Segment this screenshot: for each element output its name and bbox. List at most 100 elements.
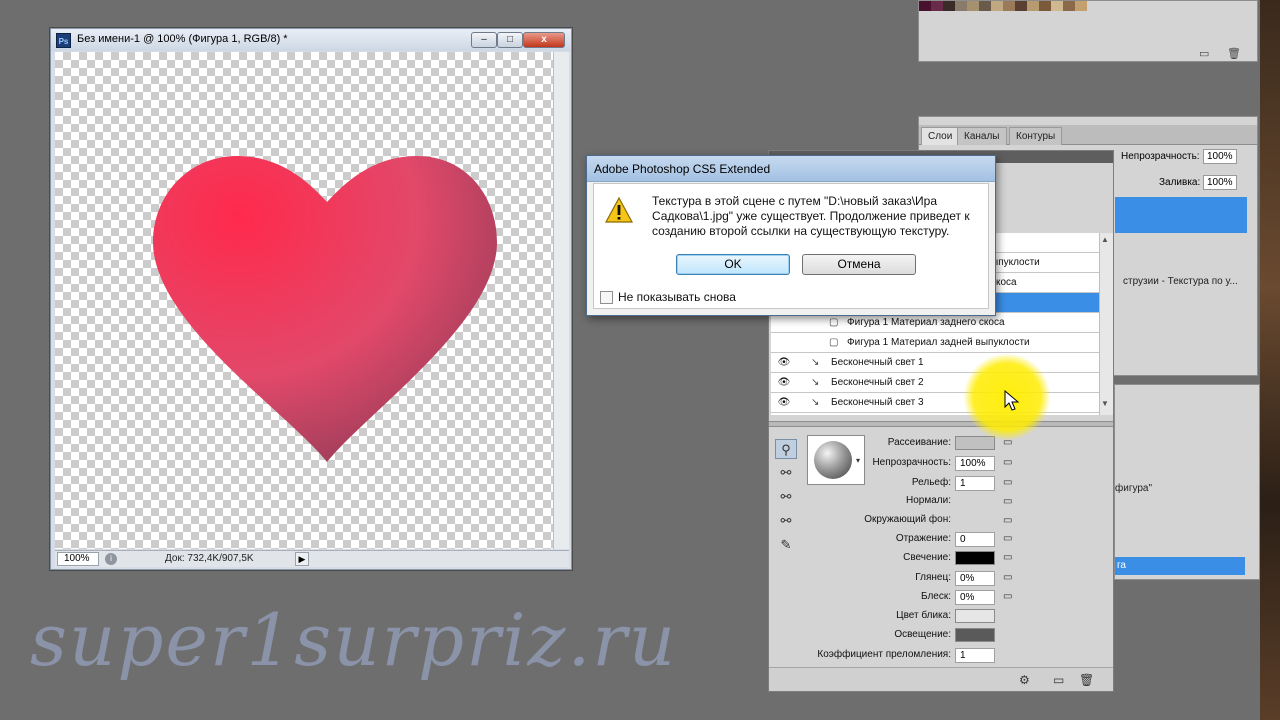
swatch[interactable]	[943, 1, 955, 11]
document-titlebar[interactable]: Ps Без имени-1 @ 100% (Фигура 1, RGB/8) …	[51, 29, 571, 51]
document-vertical-scrollbar[interactable]	[553, 52, 569, 549]
delete-icon[interactable]: 🗑	[1079, 673, 1094, 687]
background-photo-strip	[1260, 0, 1280, 720]
document-window: Ps Без имени-1 @ 100% (Фигура 1, RGB/8) …	[50, 28, 572, 570]
visibility-eye-icon[interactable]	[777, 337, 791, 349]
tree-row-label: Бесконечный свет 2	[831, 377, 924, 388]
swatch[interactable]	[991, 1, 1003, 11]
dont-show-again-label[interactable]: Не показывать снова	[618, 290, 736, 304]
cancel-button[interactable]: Отмена	[802, 254, 916, 275]
tree-row[interactable]: 👁 ↘ Бесконечный свет 1	[771, 353, 1099, 373]
render-settings-icon[interactable]: ⚙	[1019, 673, 1030, 687]
secondary-panel: фигура" га	[1114, 384, 1260, 580]
material-icon: ▢	[829, 337, 839, 348]
specular-label: Цвет блика:	[896, 610, 951, 621]
material-opacity-label: Непрозрачность:	[872, 457, 951, 468]
layer-opacity-input[interactable]: 100%	[1203, 149, 1237, 164]
reflection-label: Отражение:	[895, 533, 951, 544]
gloss-label: Глянец:	[915, 572, 951, 583]
panel-splitter[interactable]	[769, 421, 1113, 427]
tab-paths[interactable]: Контуры	[1009, 127, 1063, 145]
specular-color-swatch[interactable]	[955, 609, 995, 623]
visibility-eye-icon[interactable]: 👁	[777, 397, 791, 409]
delete-swatch-icon[interactable]: 🗑	[1227, 47, 1241, 60]
diffuse-label: Рассеивание:	[887, 437, 951, 448]
bump-texture-icon[interactable]: ▭	[1003, 477, 1017, 489]
swatch[interactable]	[1063, 1, 1075, 11]
close-button[interactable]: x	[523, 32, 565, 48]
swatch[interactable]	[1003, 1, 1015, 11]
3d-panel-footer: ⚙ ▭ 🗑	[769, 667, 1113, 691]
swatch[interactable]	[1039, 1, 1051, 11]
ambient-color-swatch[interactable]	[955, 628, 995, 642]
diffuse-color-swatch[interactable]	[955, 436, 995, 450]
swatch[interactable]	[1075, 1, 1087, 11]
secondary-panel-selected-row[interactable]: га	[1115, 557, 1245, 575]
bump-label: Рельеф:	[911, 477, 951, 488]
material-opacity-input[interactable]: 100%	[955, 456, 995, 471]
heart-shape	[153, 156, 497, 462]
illumination-texture-icon[interactable]: ▭	[1003, 552, 1017, 564]
swatch[interactable]	[955, 1, 967, 11]
environment-texture-icon[interactable]: ▭	[1003, 515, 1017, 527]
new-swatch-icon[interactable]: ▭	[1199, 47, 1209, 60]
reflection-input[interactable]: 0	[955, 532, 995, 547]
layer-fill-input[interactable]: 100%	[1203, 175, 1237, 190]
visibility-eye-icon[interactable]: 👁	[777, 377, 791, 389]
document-size-info: Док: 732,4K/907,5K	[165, 553, 254, 564]
swatch[interactable]	[931, 1, 943, 11]
swatch[interactable]	[967, 1, 979, 11]
dialog-titlebar[interactable]: Adobe Photoshop CS5 Extended	[587, 156, 995, 182]
selected-layer-row[interactable]	[1115, 197, 1247, 233]
new-light-icon[interactable]: ▭	[1053, 673, 1064, 687]
illumination-color-swatch[interactable]	[955, 551, 995, 565]
refraction-input[interactable]: 1	[955, 648, 995, 663]
gloss-texture-icon[interactable]: ▭	[1003, 572, 1017, 584]
document-title: Без имени-1 @ 100% (Фигура 1, RGB/8) *	[77, 33, 288, 45]
swatch[interactable]	[1015, 1, 1027, 11]
layers-tab-strip: Слои Каналы Контуры	[919, 125, 1257, 145]
bump-input[interactable]: 1	[955, 476, 995, 491]
layer-opacity-label: Непрозрачность:	[1121, 151, 1200, 162]
zoom-field[interactable]: 100%	[57, 552, 99, 566]
layer-row-text[interactable]: струзии - Текстура по у...	[1123, 276, 1238, 287]
tree-scrollbar[interactable]: ▲ ▼	[1099, 233, 1113, 415]
swatch[interactable]	[1027, 1, 1039, 11]
tree-row[interactable]: 👁 ↘ Бесконечный свет 2	[771, 373, 1099, 393]
swatch-row[interactable]	[919, 1, 1087, 11]
shine-input[interactable]: 0%	[955, 590, 995, 605]
illumination-label: Свечение:	[903, 552, 951, 563]
document-canvas[interactable]	[55, 52, 553, 549]
reflection-texture-icon[interactable]: ▭	[1003, 533, 1017, 545]
opacity-texture-icon[interactable]: ▭	[1003, 457, 1017, 469]
photoshop-icon: Ps	[56, 33, 71, 48]
dont-show-again-checkbox[interactable]	[600, 291, 613, 304]
dialog-body: Текстура в этой сцене с путем "D:\новый …	[593, 183, 989, 309]
warning-icon	[604, 196, 634, 223]
swatch[interactable]	[979, 1, 991, 11]
status-menu-arrow-icon[interactable]: ▶	[295, 552, 309, 566]
tree-row-label: ыпуклости	[991, 257, 1040, 268]
tab-layers[interactable]: Слои	[921, 127, 960, 145]
light-icon: ↘	[811, 357, 820, 368]
tree-row-label: Бесконечный свет 1	[831, 357, 924, 368]
shine-texture-icon[interactable]: ▭	[1003, 591, 1017, 603]
tree-row[interactable]: ▢ Фигура 1 Материал задней выпуклости	[771, 333, 1099, 353]
material-icon: ▢	[829, 317, 839, 328]
tree-row-label: Фигура 1 Материал заднего скоса	[847, 317, 1005, 328]
status-info-icon[interactable]: i	[105, 553, 117, 565]
scroll-up-icon[interactable]: ▲	[1101, 235, 1109, 244]
minimize-button[interactable]: –	[471, 32, 497, 48]
visibility-eye-icon[interactable]: 👁	[777, 357, 791, 369]
tree-row[interactable]: ▢ Фигура 1 Материал заднего скоса	[771, 313, 1099, 333]
swatch[interactable]	[919, 1, 931, 11]
normal-texture-icon[interactable]: ▭	[1003, 496, 1017, 508]
maximize-button[interactable]: □	[497, 32, 523, 48]
swatch[interactable]	[1051, 1, 1063, 11]
visibility-eye-icon[interactable]	[777, 317, 791, 329]
ok-button[interactable]: OK	[676, 254, 790, 275]
tab-channels[interactable]: Каналы	[957, 127, 1007, 145]
scroll-down-icon[interactable]: ▼	[1101, 399, 1109, 408]
environment-label: Окружающий фон:	[864, 514, 951, 525]
gloss-input[interactable]: 0%	[955, 571, 995, 586]
